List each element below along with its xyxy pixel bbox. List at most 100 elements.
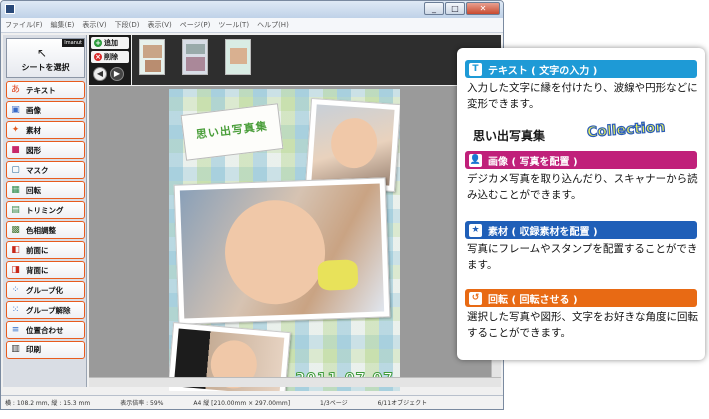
tool-label: 前面に xyxy=(26,245,49,255)
status-page: 1/3ページ xyxy=(320,400,348,407)
tool-icon: ✦ xyxy=(11,124,20,135)
canvas-area: 思い出写真集 2011.07.07 xyxy=(89,86,501,391)
title-bar: _ □ ✕ xyxy=(1,1,503,18)
tool-icon: ▢ xyxy=(11,164,20,175)
tool-label: グループ化 xyxy=(26,285,64,295)
text-section-body: 入力した文字に縁を付けたり、波線や円形などに変形できます。 xyxy=(467,82,698,110)
tool-icon: ⁙ xyxy=(11,304,20,315)
next-page-icon[interactable]: ▶ xyxy=(110,67,124,81)
tool-label: テキスト xyxy=(26,85,56,95)
tool-label: 画像 xyxy=(26,105,41,115)
tool-button[interactable]: ▦ 回転 xyxy=(6,180,85,200)
app-window: _ □ ✕ ファイル(F) 編集(E) 表示(V) 下段(D) 表示(V) ペー… xyxy=(0,0,504,410)
delete-page-label: 削除 xyxy=(104,53,118,61)
cursor-arrow-icon: ↖ xyxy=(37,46,48,60)
tool-icon: ⁘ xyxy=(11,284,20,295)
tool-button[interactable]: あテキスト xyxy=(6,81,85,100)
menu-view[interactable]: 表示(V) xyxy=(82,20,106,30)
tool-icon: ◧ xyxy=(11,244,20,255)
tool-button[interactable]: ▥ 印刷 xyxy=(6,340,85,360)
menu-display[interactable]: 表示(V) xyxy=(148,20,172,30)
menu-file[interactable]: ファイル(F) xyxy=(5,20,43,30)
tool-label: 位置合わせ xyxy=(26,325,64,335)
tool-icon: あ xyxy=(10,84,20,95)
material-section-body: 写真にフレームやスタンプを配置することができます。 xyxy=(467,243,698,271)
minus-icon: × xyxy=(94,53,102,61)
image-section-title: 画像 ( 写真を配置 ) xyxy=(488,156,578,168)
text-section-title: テキスト ( 文字の入力 ) xyxy=(488,65,598,77)
star-icon: ★ xyxy=(469,223,482,237)
page-thumbnails xyxy=(132,35,501,85)
sheet-select-label: シートを選択 xyxy=(21,63,70,72)
tool-button[interactable]: ◨ 背面に xyxy=(6,260,85,280)
add-page-label: 追加 xyxy=(104,39,118,47)
photo-frame[interactable] xyxy=(173,177,391,325)
tool-button[interactable]: ⁙ グループ解除 xyxy=(6,300,85,320)
status-zoom: 表示倍率 : 59% xyxy=(120,400,164,407)
tool-label: トリミング xyxy=(26,205,64,215)
image-section-header: 👤 画像 ( 写真を配置 ) xyxy=(465,151,697,169)
prev-page-icon[interactable]: ◀ xyxy=(93,67,107,81)
tool-button[interactable]: ≡ 位置合わせ xyxy=(6,320,85,340)
status-objects: 6/11オブジェクト xyxy=(377,400,428,407)
tool-icon: ◨ xyxy=(11,264,20,275)
menu-page[interactable]: ページ(P) xyxy=(180,20,211,30)
tool-icon: ▥ xyxy=(11,344,20,355)
page-thumbnail[interactable] xyxy=(225,39,251,75)
tool-icon: ≡ xyxy=(11,324,20,335)
tool-button[interactable]: ◧ 前面に xyxy=(6,240,85,260)
rotate-section-title: 回転 ( 回転させる ) xyxy=(488,294,578,306)
close-button[interactable]: ✕ xyxy=(466,2,500,15)
menu-edit[interactable]: 編集(E) xyxy=(51,20,75,30)
tool-label: マスク xyxy=(26,165,49,175)
rotate-icon: ↺ xyxy=(469,291,482,305)
tool-panel: Imanut ↖ シートを選択 あテキスト ▣ 画像 ✦ 素材 ■ 図形 ▢ マスク ▦ 回転 ▤ トリ… xyxy=(3,35,87,387)
tool-button[interactable]: ▢ マスク xyxy=(6,160,85,180)
rotate-section-body: 選択した写真や図形、文字をお好きな角度に回転することができます。 xyxy=(467,311,698,339)
tool-icon: ▤ xyxy=(11,204,20,215)
tool-icon: ▦ xyxy=(11,184,20,195)
text-section-header: T テキスト ( 文字の入力 ) xyxy=(465,60,697,78)
status-position: 横 : 108.2 mm, 縦 : 15.3 mm xyxy=(5,400,91,407)
plus-icon: + xyxy=(94,39,102,47)
tool-button[interactable]: ■ 図形 xyxy=(6,140,85,160)
horizontal-scrollbar[interactable] xyxy=(89,377,501,387)
menu-lower[interactable]: 下段(D) xyxy=(115,20,140,30)
status-bar: 横 : 108.2 mm, 縦 : 15.3 mm 表示倍率 : 59% A4 … xyxy=(1,395,503,409)
menu-bar: ファイル(F) 編集(E) 表示(V) 下段(D) 表示(V) ページ(P) ツ… xyxy=(1,18,503,33)
tool-icon: ■ xyxy=(11,144,20,155)
tool-label: 印刷 xyxy=(26,345,41,355)
tool-button[interactable]: ▩ 色相調整 xyxy=(6,220,85,240)
text-icon: T xyxy=(469,62,482,76)
tool-icon: ▣ xyxy=(11,104,20,115)
status-paper-size: A4 縦 [210.00mm × 297.00mm] xyxy=(193,400,291,407)
note-title-text: 思い出写真集 xyxy=(195,119,269,142)
page-controls: + 追加 × 削除 ◀ ▶ xyxy=(89,35,131,85)
app-icon xyxy=(5,4,15,14)
album-page[interactable]: 思い出写真集 2011.07.07 xyxy=(169,89,400,391)
tool-label: 図形 xyxy=(26,145,41,155)
tool-button[interactable]: ⁘ グループ化 xyxy=(6,280,85,300)
menu-tools[interactable]: ツール(T) xyxy=(218,20,249,30)
image-section-body: デジカメ写真を取り込んだり、スキャナーから読み込むことができます。 xyxy=(467,173,698,201)
material-section-title: 素材 ( 収録素材を配置 ) xyxy=(488,226,598,238)
page-thumbnail[interactable] xyxy=(182,39,208,75)
menu-help[interactable]: ヘルプ(H) xyxy=(257,20,289,30)
page-thumbnail[interactable] xyxy=(139,39,165,75)
tool-label: 素材 xyxy=(26,125,41,135)
sample-collection-text: Collection xyxy=(586,119,667,142)
tool-button[interactable]: ✦ 素材 xyxy=(6,120,85,140)
rotate-section-header: ↺ 回転 ( 回転させる ) xyxy=(465,289,697,307)
sheet-select-button[interactable]: Imanut ↖ シートを選択 xyxy=(6,38,85,78)
add-page-button[interactable]: + 追加 xyxy=(91,37,129,49)
tool-label: 背面に xyxy=(26,265,49,275)
sheet-tag: Imanut xyxy=(62,39,84,47)
person-icon: 👤 xyxy=(469,153,482,167)
material-section-header: ★ 素材 ( 収録素材を配置 ) xyxy=(465,221,697,239)
maximize-button[interactable]: □ xyxy=(445,2,465,15)
delete-page-button[interactable]: × 削除 xyxy=(91,51,129,63)
sample-title-text: 思い出写真集 xyxy=(473,129,546,143)
tool-button[interactable]: ▤ トリミング xyxy=(6,200,85,220)
tool-button[interactable]: ▣ 画像 xyxy=(6,100,85,120)
minimize-button[interactable]: _ xyxy=(424,2,444,15)
